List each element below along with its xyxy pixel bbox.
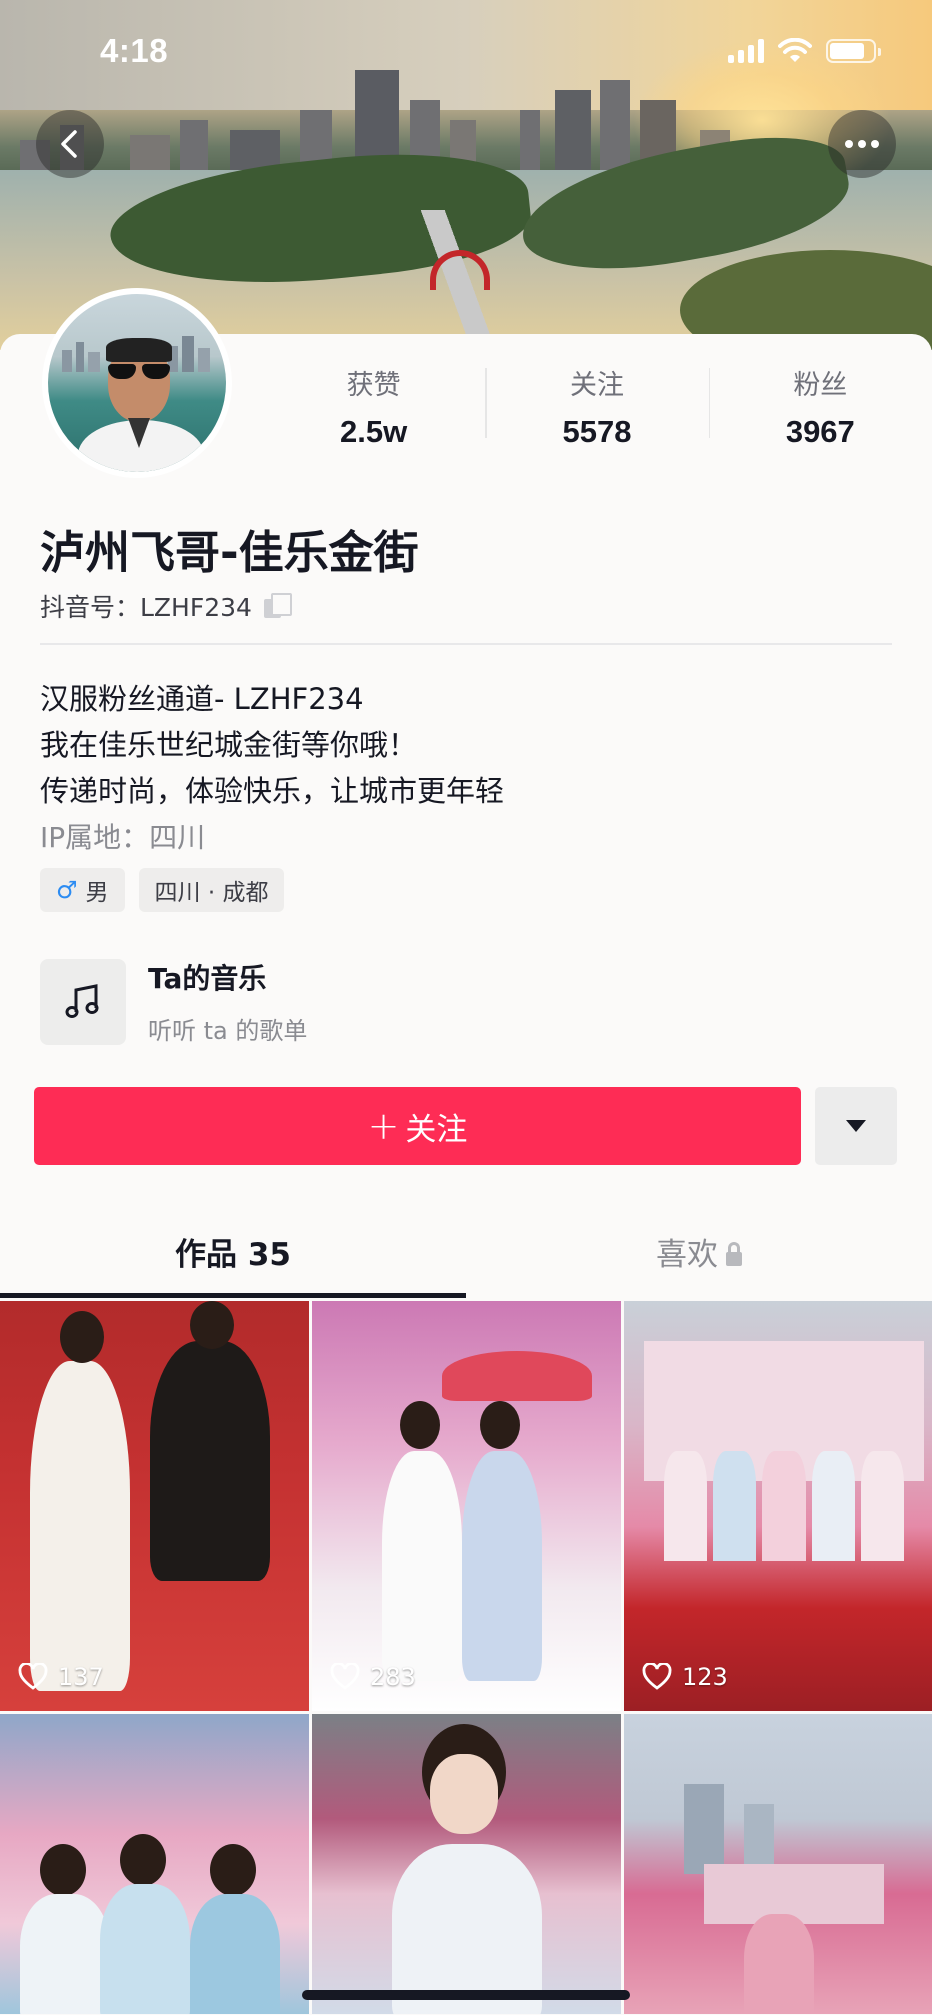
tab-likes-label: 喜欢 [656,1237,718,1273]
stat-value: 3967 [785,414,855,449]
video-likes: 123 [642,1663,728,1691]
stat-value: 2.5w [340,414,408,449]
stat-label: 粉丝 [793,370,848,401]
back-button[interactable] [36,110,104,178]
stat-label: 关注 [569,370,624,401]
follow-label: 关注 [405,1111,468,1148]
video-thumbnail[interactable]: 137 [0,1301,309,1711]
video-thumbnail[interactable] [624,1714,932,2014]
video-likes: 283 [330,1663,416,1691]
likes-count: 123 [682,1663,728,1691]
video-thumbnail[interactable] [0,1714,309,2014]
stat-following[interactable]: 关注 5578 [485,368,708,450]
bio-line: 汉服粉丝通道- LZHF234 [40,682,364,716]
lock-icon [726,1242,742,1266]
profile-stats: 获赞 2.5w 关注 5578 粉丝 3967 [262,368,932,450]
tab-likes[interactable]: 喜欢 [466,1220,932,1298]
tab-works-label: 作品 35 [175,1237,291,1273]
video-grid: 137 283 123 [0,1301,932,2014]
douyin-id: 抖音号：LZHF234 [40,588,292,624]
profile-bio: 汉服粉丝通道- LZHF234 我在佳乐世纪城金街等你哦！ 传递时尚，体验快乐，… [40,676,504,814]
music-entry[interactable]: Ta的音乐 听听 ta 的歌单 [40,957,307,1046]
video-thumbnail[interactable] [312,1714,621,2014]
music-title: Ta的音乐 [148,962,267,995]
home-indicator [302,1990,630,2000]
male-icon: ♂ [56,876,78,904]
more-dots-icon [845,140,879,148]
likes-count: 283 [370,1663,416,1691]
stat-value: 5578 [562,414,632,449]
heart-icon [642,1663,672,1690]
plus-icon: + [367,1104,400,1148]
status-time: 4:18 [100,32,169,69]
profile-tags: ♂ 男 四川 · 成都 [40,868,285,912]
video-thumbnail[interactable]: 283 [312,1301,621,1711]
video-likes: 137 [18,1663,104,1691]
ip-location: IP属地：四川 [40,821,206,854]
location-tag: 四川 · 成都 [138,868,285,912]
location-label: 四川 · 成都 [154,880,269,906]
gender-tag: ♂ 男 [40,868,125,912]
profile-tabs: 作品 35 喜欢 [0,1220,932,1298]
music-note-icon [40,958,126,1045]
battery-icon [826,39,881,63]
divider [40,643,892,645]
profile-nickname: 泸州飞哥-佳乐金街 [40,526,419,579]
bio-line: 传递时尚，体验快乐，让城市更年轻 [40,774,505,808]
bio-line: 我在佳乐世纪城金街等你哦！ [40,728,418,762]
follow-button[interactable]: + 关注 [34,1087,801,1165]
status-icons [728,38,881,64]
more-button[interactable] [828,110,896,178]
avatar[interactable] [42,288,232,478]
video-thumbnail[interactable]: 123 [624,1301,932,1711]
likes-count: 137 [58,1663,104,1691]
triangle-down-icon [846,1120,866,1132]
douyin-id-text: 抖音号：LZHF234 [40,593,252,622]
stat-followers[interactable]: 粉丝 3967 [708,368,932,450]
avatar-image [48,294,226,472]
copy-icon[interactable] [263,593,292,619]
music-subtitle: 听听 ta 的歌单 [148,1017,308,1045]
wifi-icon [778,38,812,62]
stat-likes[interactable]: 获赞 2.5w [262,368,485,450]
stat-label: 获赞 [346,370,401,401]
heart-icon [330,1663,360,1690]
chevron-left-icon [61,130,77,158]
more-actions-dropdown[interactable] [815,1087,897,1165]
gender-label: 男 [85,880,109,906]
tab-works[interactable]: 作品 35 [0,1220,466,1298]
signal-icon [728,39,764,63]
heart-icon [18,1663,48,1690]
